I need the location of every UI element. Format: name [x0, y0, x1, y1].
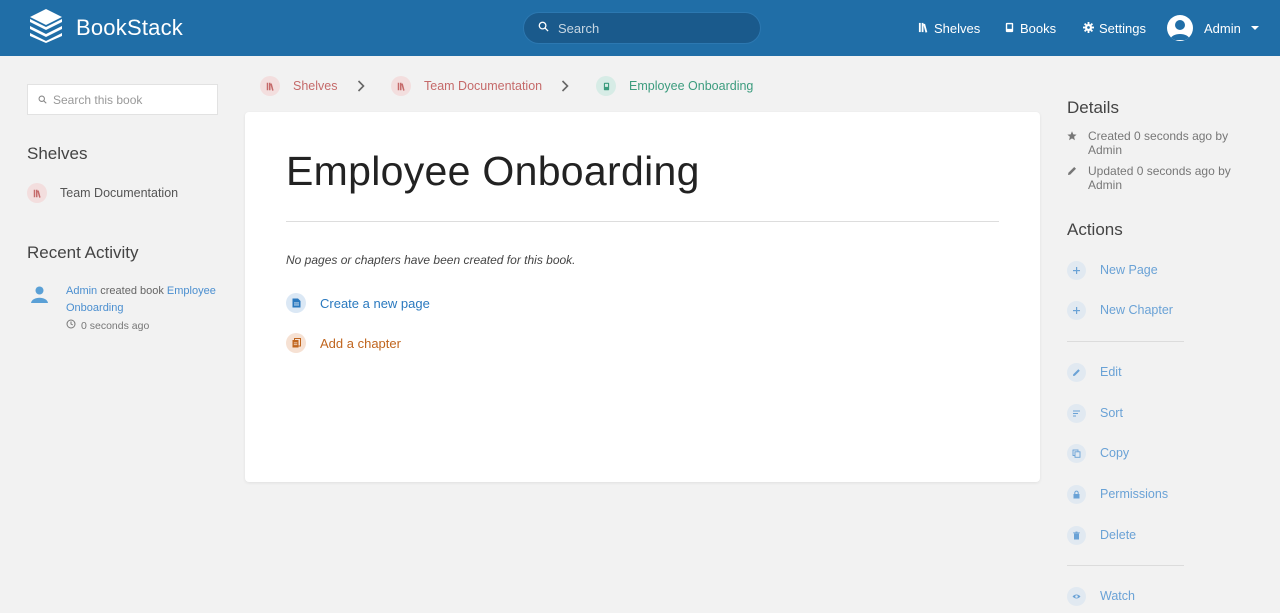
- avatar: [1167, 15, 1193, 41]
- page-icon: [286, 293, 306, 313]
- trash-icon: [1067, 525, 1086, 545]
- page-title: Employee Onboarding: [286, 148, 700, 194]
- user-icon: [30, 285, 49, 304]
- nav-shelves[interactable]: Shelves: [918, 0, 980, 56]
- permissions-action[interactable]: Permissions: [1067, 484, 1168, 504]
- new-chapter-label: New Chapter: [1100, 303, 1173, 317]
- book-search: [27, 84, 218, 115]
- divider: [1067, 565, 1184, 566]
- activity-target-link-line1[interactable]: Employee: [167, 285, 216, 297]
- updated-detail: Updated 0 seconds ago by Admin: [1067, 164, 1257, 192]
- edit-action[interactable]: Edit: [1067, 362, 1122, 382]
- top-header: BookStack Shelves Books Settings Admin: [0, 0, 1280, 56]
- copy-icon: [1067, 443, 1086, 463]
- user-menu[interactable]: Admin: [1167, 14, 1259, 42]
- user-name: Admin: [1204, 20, 1241, 36]
- delete-label: Delete: [1100, 528, 1137, 542]
- new-page-label: New Page: [1100, 263, 1158, 277]
- watch-action[interactable]: Watch: [1067, 586, 1135, 606]
- bookshelf-icon: [918, 21, 934, 36]
- lock-icon: [1067, 484, 1086, 504]
- shelf-item-label: Team Documentation: [60, 186, 179, 200]
- activity-time-text: 0 seconds ago: [81, 319, 150, 332]
- breadcrumb-label: Team Documentation: [424, 79, 543, 93]
- divider: [286, 221, 999, 222]
- bookshelf-icon: [27, 183, 47, 203]
- edit-label: Edit: [1100, 365, 1122, 379]
- activity-user-link[interactable]: Admin: [66, 285, 97, 297]
- breadcrumb-shelves[interactable]: Shelves: [260, 76, 337, 96]
- updated-by-user[interactable]: Admin: [1088, 178, 1122, 192]
- nav-settings-label: Settings: [1099, 20, 1146, 36]
- breadcrumb-separator-icon: [561, 79, 569, 95]
- pencil-icon: [1067, 362, 1086, 382]
- breadcrumb-label: Employee Onboarding: [629, 79, 754, 93]
- search-icon: [538, 19, 549, 37]
- shelves-heading: Shelves: [27, 144, 88, 163]
- plus-icon: [1067, 300, 1086, 320]
- recent-activity-heading: Recent Activity: [27, 243, 139, 262]
- book-icon: [596, 76, 616, 96]
- divider: [1067, 341, 1184, 342]
- created-detail: Created 0 seconds ago by Admin: [1067, 129, 1257, 157]
- breadcrumb-label: Shelves: [293, 79, 338, 93]
- shelf-item-team-documentation[interactable]: Team Documentation: [27, 183, 178, 203]
- bookshelf-icon: [260, 76, 280, 96]
- new-chapter-action[interactable]: New Chapter: [1067, 300, 1173, 320]
- sort-icon: [1067, 403, 1086, 423]
- pencil-icon: [1067, 164, 1077, 192]
- sort-action[interactable]: Sort: [1067, 403, 1123, 423]
- copy-action[interactable]: Copy: [1067, 443, 1129, 463]
- breadcrumb-employee-onboarding[interactable]: Employee Onboarding: [596, 76, 753, 96]
- watch-label: Watch: [1100, 589, 1135, 603]
- book-icon: [1004, 21, 1020, 36]
- global-search: [523, 12, 761, 44]
- activity-time: 0 seconds ago: [66, 319, 149, 332]
- bookshelf-icon: [391, 76, 411, 96]
- breadcrumb-separator-icon: [357, 79, 365, 95]
- create-page-label: Create a new page: [320, 295, 430, 311]
- permissions-label: Permissions: [1100, 487, 1169, 501]
- chevron-down-icon: [1250, 26, 1259, 30]
- new-page-action[interactable]: New Page: [1067, 260, 1158, 280]
- activity-text: Admin created book Employee Onboarding: [66, 283, 226, 317]
- activity-target-link-line2[interactable]: Onboarding: [66, 302, 124, 314]
- add-chapter-link[interactable]: Add a chapter: [286, 333, 401, 353]
- sort-label: Sort: [1100, 406, 1123, 420]
- actions-heading: Actions: [1067, 220, 1123, 239]
- chapter-icon: [286, 333, 306, 353]
- updated-text: Updated 0 seconds ago by: [1088, 164, 1231, 178]
- app-logo[interactable]: BookStack: [28, 8, 183, 48]
- copy-label: Copy: [1100, 446, 1130, 460]
- eye-icon: [1067, 586, 1086, 606]
- activity-action: created book: [100, 285, 164, 297]
- breadcrumb-team-documentation[interactable]: Team Documentation: [391, 76, 542, 96]
- gear-icon: [1083, 21, 1099, 36]
- nav-books-label: Books: [1020, 20, 1057, 36]
- create-page-link[interactable]: Create a new page: [286, 293, 430, 313]
- add-chapter-label: Add a chapter: [320, 335, 401, 351]
- nav-books[interactable]: Books: [1004, 0, 1056, 56]
- star-icon: [1067, 129, 1077, 157]
- details-heading: Details: [1067, 98, 1119, 117]
- plus-icon: [1067, 260, 1086, 280]
- created-text: Created 0 seconds ago by: [1088, 129, 1229, 143]
- book-search-input[interactable]: [53, 92, 213, 107]
- book-content-card: Employee Onboarding No pages or chapters…: [245, 112, 1040, 482]
- created-by-user[interactable]: Admin: [1088, 143, 1122, 157]
- app-name: BookStack: [76, 15, 183, 40]
- nav-shelves-label: Shelves: [934, 20, 981, 36]
- delete-action[interactable]: Delete: [1067, 525, 1136, 545]
- empty-book-message: No pages or chapters have been created f…: [286, 253, 576, 267]
- bookstack-logo-icon: [28, 8, 64, 48]
- global-search-input[interactable]: [558, 20, 738, 36]
- search-icon: [38, 91, 47, 109]
- clock-icon: [66, 319, 81, 332]
- nav-settings[interactable]: Settings: [1083, 0, 1146, 56]
